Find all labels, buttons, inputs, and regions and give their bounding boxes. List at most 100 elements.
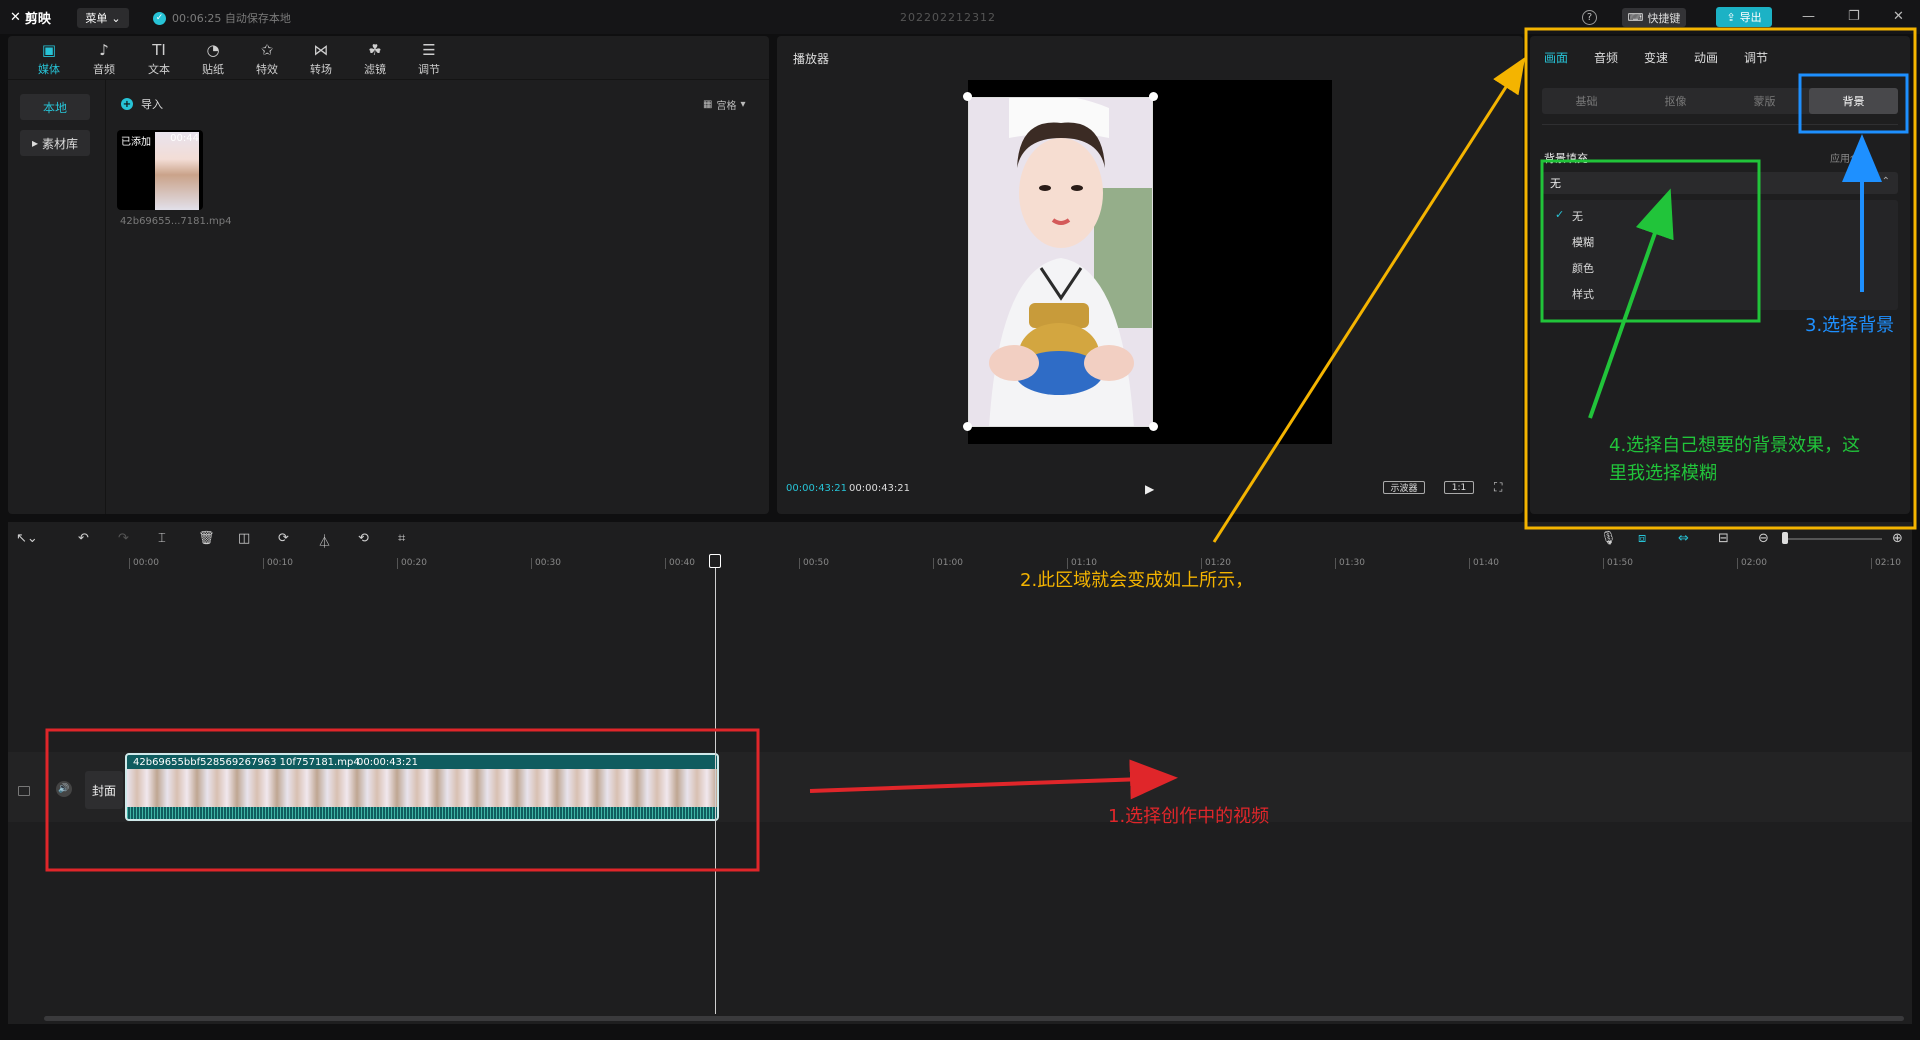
linkage-icon[interactable]: ⇔ (1678, 531, 1689, 546)
zoom-in-icon[interactable]: ⊕ (1892, 531, 1903, 546)
total-time: 00:00:43:21 (849, 483, 911, 494)
adjust-icon: ☰ (422, 41, 436, 59)
timeline-toolbar: ↖⌄ ↶ ↷ ⌶ 🗑 ◫ ⟳ ⏃ ⟲ ⌗ 🎙 ⧈ ⇔ ⊟ ⊖ ⊕ (8, 522, 1912, 556)
apply-all-button[interactable]: 应用全部 (1830, 150, 1870, 165)
export-button[interactable]: ⇪ 导出 (1716, 7, 1772, 27)
help-icon[interactable]: ? (1582, 10, 1597, 25)
subtab-mask[interactable]: 蒙版 (1720, 88, 1809, 114)
bg-fill-dropdown[interactable]: 无 ⌃ (1542, 172, 1898, 194)
delete-icon[interactable]: 🗑 (198, 531, 215, 546)
grid-icon: ▦ (703, 99, 713, 110)
crop-icon[interactable]: ⌗ (398, 531, 405, 546)
fullscreen-icon[interactable]: ⛶ (1494, 480, 1502, 495)
app-logo: ✕ 剪映 (10, 8, 51, 27)
audio-waveform (127, 807, 717, 819)
tab-adjust[interactable]: ☰ 调节 (408, 38, 450, 80)
track-visibility-icon[interactable] (18, 786, 30, 796)
reverse-icon[interactable]: ⟳ (278, 531, 289, 546)
resize-handle[interactable] (1149, 92, 1158, 101)
tab-transition[interactable]: ⋈ 转场 (300, 38, 342, 80)
subtab-basic[interactable]: 基础 (1542, 88, 1631, 114)
mirror-icon[interactable]: ⏃ (318, 531, 331, 550)
audio-icon: ♪ (99, 41, 109, 59)
ruler-tick: 00:20 (397, 558, 427, 569)
media-sidebar: 本地 ▸ 素材库 (8, 80, 106, 514)
tab-adjust-settings[interactable]: 调节 (1744, 49, 1768, 66)
rotate-icon[interactable]: ⟲ (358, 531, 369, 546)
time-ruler: 00:00 00:10 00:20 00:30 00:40 00:50 01:0… (8, 556, 1912, 574)
bg-fill-options: ✓ 无 模糊 颜色 样式 (1542, 200, 1898, 310)
cover-button[interactable]: 封面 (85, 771, 123, 809)
media-icon: ▣ (41, 41, 57, 59)
tab-animation[interactable]: 动画 (1694, 49, 1718, 66)
horizontal-scrollbar[interactable] (44, 1016, 1904, 1021)
thumb-duration: 00:44 (170, 133, 199, 144)
current-time: 00:00:43:21 (786, 483, 848, 494)
tab-speed[interactable]: 变速 (1644, 49, 1668, 66)
redo-icon[interactable]: ↷ (118, 531, 129, 546)
undo-icon[interactable]: ↶ (78, 531, 89, 546)
tab-filter[interactable]: ☘ 滤镜 (354, 38, 396, 80)
freeze-icon[interactable]: ◫ (238, 531, 250, 546)
caret-down-icon: ▾ (740, 99, 746, 110)
playhead[interactable] (715, 554, 716, 1014)
sticker-icon: ◔ (206, 41, 220, 59)
tab-effects[interactable]: ✩ 特效 (246, 38, 288, 80)
video-preview[interactable] (968, 97, 1153, 427)
grid-view-select[interactable]: ▦ 宫格 ▾ (703, 97, 745, 112)
play-icon[interactable]: ▶ (1145, 482, 1154, 496)
tab-label: 滤镜 (364, 63, 386, 76)
resize-handle[interactable] (1149, 422, 1158, 431)
zoom-out-icon[interactable]: ⊖ (1758, 531, 1769, 546)
clip-duration: 00:00:43:21 (357, 757, 419, 768)
zoom-slider[interactable] (1782, 538, 1882, 540)
ruler-tick: 00:50 (799, 558, 829, 569)
tab-audio-settings[interactable]: 音频 (1594, 49, 1618, 66)
project-title: 202202212312 (900, 11, 996, 24)
option-style[interactable]: 样式 (1572, 286, 1594, 302)
ruler-tick: 01:40 (1469, 558, 1499, 569)
subtab-background[interactable]: 背景 (1809, 88, 1898, 114)
resize-handle[interactable] (963, 422, 972, 431)
tab-picture[interactable]: 画面 (1544, 49, 1568, 66)
tab-text[interactable]: TI 文本 (138, 38, 180, 80)
ruler-tick: 00:40 (665, 558, 695, 569)
tab-audio[interactable]: ♪ 音频 (83, 38, 125, 80)
import-button[interactable]: + 导入 (121, 96, 163, 112)
menu-button[interactable]: 菜单 ⌄ (77, 8, 129, 28)
subtab-cutout[interactable]: 抠像 (1631, 88, 1720, 114)
resize-handle[interactable] (963, 92, 972, 101)
clip-name: 42b69655bbf528569267963 10f757181.mp4 (133, 757, 360, 768)
zoom-slider-thumb[interactable] (1782, 532, 1788, 544)
ruler-tick: 01:50 (1603, 558, 1633, 569)
microphone-icon[interactable]: 🎙 (1600, 531, 1617, 546)
speaker-icon[interactable]: 🔊 (56, 781, 72, 797)
sidebar-item-library[interactable]: ▸ 素材库 (20, 130, 90, 156)
media-thumbnail[interactable]: 已添加 00:44 (117, 130, 203, 210)
preview-axis-icon[interactable]: ⊟ (1718, 531, 1729, 546)
playhead-handle[interactable] (709, 554, 721, 568)
option-none[interactable]: 无 (1572, 208, 1583, 224)
check-icon: ✓ (1555, 208, 1565, 221)
main-track-magnet-icon[interactable]: ⧈ (1638, 531, 1646, 546)
restore-icon[interactable]: ❐ (1848, 9, 1860, 24)
ruler-tick: 01:10 (1067, 558, 1097, 569)
minimize-icon[interactable]: — (1802, 9, 1815, 24)
select-cursor-icon[interactable]: ↖⌄ (16, 531, 38, 546)
split-icon[interactable]: ⌶ (158, 531, 166, 546)
player-panel: 播放器 00:00:43:21 00:00:43:21 ▶ 示波器 1:1 ⛶ (777, 36, 1523, 514)
shortcut-button[interactable]: ⌨ 快捷键 (1622, 8, 1686, 27)
tab-media[interactable]: ▣ 媒体 (28, 38, 70, 80)
ratio-button[interactable]: 1:1 (1444, 481, 1474, 494)
option-color[interactable]: 颜色 (1572, 260, 1594, 276)
effects-icon: ✩ (260, 41, 274, 59)
video-clip[interactable]: 42b69655bbf528569267963 10f757181.mp4 00… (125, 753, 719, 821)
import-label: 导入 (141, 98, 163, 111)
option-blur[interactable]: 模糊 (1572, 234, 1594, 250)
thumb-filename: 42b69655...7181.mp4 (120, 216, 232, 227)
sidebar-item-local[interactable]: 本地 (20, 94, 90, 120)
tab-sticker[interactable]: ◔ 贴纸 (192, 38, 234, 80)
oscilloscope-button[interactable]: 示波器 (1383, 481, 1425, 494)
close-icon[interactable]: ✕ (1893, 9, 1904, 24)
ruler-tick: 00:10 (263, 558, 293, 569)
